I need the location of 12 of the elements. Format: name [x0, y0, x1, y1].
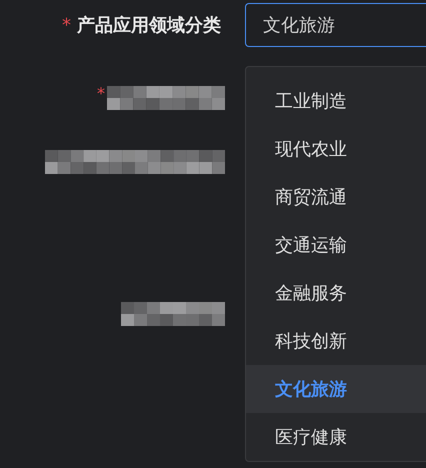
dropdown-option[interactable]: 文化旅游 — [246, 365, 426, 413]
field-label: 产品应用领域分类 — [77, 14, 221, 38]
dropdown-option[interactable]: 工业制造 — [246, 77, 426, 125]
dropdown-option[interactable]: 商贸流通 — [246, 173, 426, 221]
dropdown-option[interactable]: 科技创新 — [246, 317, 426, 365]
dropdown-option[interactable]: 医疗健康 — [246, 413, 426, 461]
required-mark: * — [97, 86, 105, 102]
dropdown-option[interactable]: 现代农业 — [246, 125, 426, 173]
dropdown-option[interactable]: 交通运输 — [246, 221, 426, 269]
required-mark: * — [62, 14, 71, 38]
dropdown-option[interactable]: 金融服务 — [246, 269, 426, 317]
select-field[interactable]: 文化旅游 — [245, 3, 426, 47]
